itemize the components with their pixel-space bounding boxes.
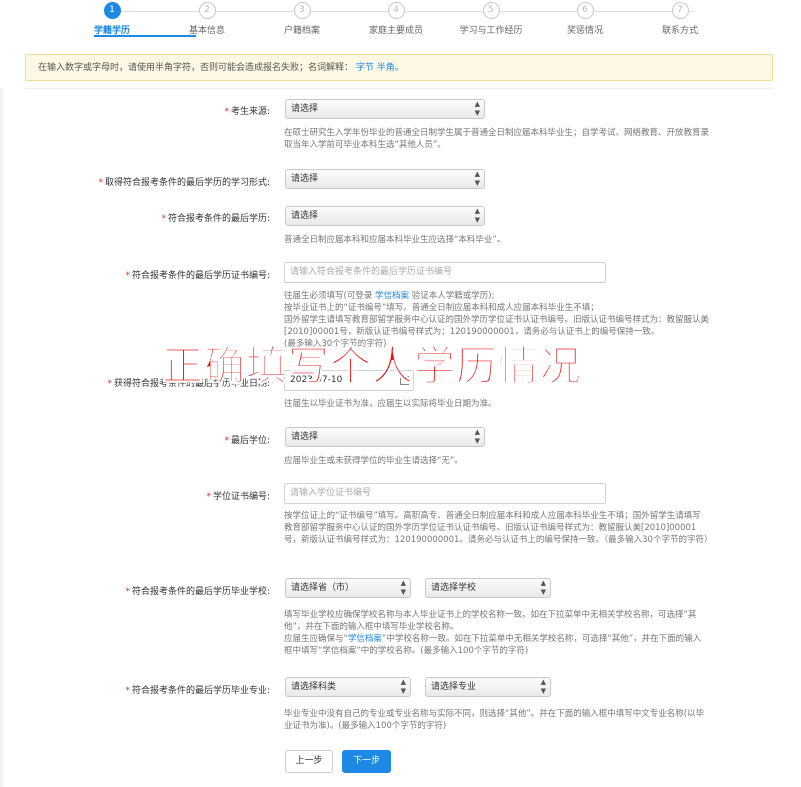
- step-label: 学习与工作经历: [459, 26, 523, 36]
- step-label: 奖惩情况: [566, 26, 603, 36]
- step-label: 联系方式: [661, 26, 698, 36]
- step-2[interactable]: 2 基本信息: [162, 2, 252, 36]
- required-mark: *: [224, 436, 229, 446]
- province-select[interactable]: 请选择省（市） ▲ ▼: [285, 578, 411, 598]
- select-arrows-icon: ▲ ▼: [474, 100, 480, 117]
- step-number: 2: [198, 2, 216, 19]
- select-arrows-icon: ▲ ▼: [474, 207, 480, 224]
- select-value: 请选择科类: [291, 682, 337, 692]
- certificate-no-label: * 符合报考条件的最后学历证书编号:: [125, 271, 270, 281]
- school-label: * 符合报考条件的最后学历毕业学校:: [125, 587, 270, 597]
- term-halfwidth-link[interactable]: 半角。: [377, 63, 404, 73]
- select-value: 请选择: [291, 174, 319, 184]
- step-number: 7: [671, 2, 689, 19]
- step-5[interactable]: 5 学习与工作经历: [446, 2, 536, 36]
- required-mark: *: [125, 271, 130, 281]
- half-width-notice: 在输入数字或字母时，请使用半角字符，否则可能会造成报名失败；名词解释： 字节 半…: [25, 54, 773, 81]
- required-mark: *: [107, 379, 112, 389]
- required-mark: *: [224, 107, 229, 117]
- divider: [25, 88, 773, 89]
- select-arrows-icon: ▲ ▼: [474, 170, 480, 187]
- major-label: * 符合报考条件的最后学历毕业专业:: [125, 686, 270, 696]
- select-arrows-icon: ▲ ▼: [540, 579, 546, 596]
- degree-cert-help: 按学位证上的“证书编号”填写。高职高专、普通全日制应届本科和成人应届本科毕业生不…: [284, 511, 713, 545]
- select-value: 请选择学校: [431, 583, 477, 593]
- major-select[interactable]: 请选择专业 ▲ ▼: [425, 677, 551, 697]
- step-label: 户籍档案: [283, 26, 320, 36]
- select-arrows-icon: ▲ ▼: [400, 579, 406, 596]
- required-mark: *: [206, 492, 211, 502]
- study-form-select[interactable]: 请选择 ▲ ▼: [285, 169, 485, 189]
- select-arrows-icon: ▲ ▼: [540, 678, 546, 695]
- step-3[interactable]: 3 户籍档案: [257, 2, 347, 36]
- degree-select[interactable]: 请选择 ▲ ▼: [285, 427, 485, 447]
- source-select[interactable]: 请选择 ▲ ▼: [285, 99, 485, 119]
- xuexin-archive-link[interactable]: 学信档案: [348, 634, 382, 644]
- step-7[interactable]: 7 联系方式: [635, 2, 725, 36]
- step-label: 家庭主要成员: [368, 26, 423, 36]
- last-education-select[interactable]: 请选择 ▲ ▼: [285, 206, 485, 226]
- step-4[interactable]: 4 家庭主要成员: [351, 2, 441, 36]
- progress-stepper: 1 学籍学历 2 基本信息 3 户籍档案 4 家庭主要成员 5 学习与工作经历 …: [64, 2, 744, 38]
- step-1[interactable]: 1 学籍学历: [67, 2, 157, 36]
- last-education-help: 普通全日制应届本科和应届本科毕业生应选择“本科毕业”。: [284, 235, 506, 245]
- select-value: 请选择: [291, 432, 319, 442]
- select-arrows-icon: ▲ ▼: [400, 678, 406, 695]
- source-help: 在硕士研究生入学年份毕业的普通全日制学生属于普通全日制应届本科毕业生；自学考试、…: [284, 128, 710, 150]
- select-value: 请选择: [291, 211, 319, 221]
- required-mark: *: [98, 178, 103, 188]
- last-education-label: * 符合报考条件的最后学历:: [161, 214, 270, 224]
- step-6[interactable]: 6 奖惩情况: [540, 2, 630, 36]
- required-mark: *: [125, 686, 130, 696]
- step-number: 1: [103, 2, 121, 19]
- step-number: 3: [293, 2, 311, 19]
- degree-help: 应届毕业生或未获得学位的毕业生请选择“无”。: [284, 456, 463, 466]
- required-mark: *: [125, 587, 130, 597]
- school-help: 填写毕业学校应确保学校名称与本人毕业证书上的学校名称一致。如在下拉菜单中无相关学…: [284, 610, 702, 656]
- study-form-label: * 取得符合报考条件的最后学历的学习形式:: [98, 178, 270, 188]
- major-category-select[interactable]: 请选择科类 ▲ ▼: [285, 677, 411, 697]
- degree-cert-label: * 学位证书编号:: [206, 492, 270, 502]
- degree-cert-input[interactable]: 请输入学位证书编号: [284, 483, 606, 504]
- source-label: * 考生来源:: [224, 107, 270, 117]
- select-arrows-icon: ▲ ▼: [474, 428, 480, 445]
- required-mark: *: [161, 214, 166, 224]
- select-value: 请选择省（市）: [291, 583, 355, 593]
- prev-button[interactable]: 上一步: [285, 750, 333, 773]
- step-number: 4: [387, 2, 405, 19]
- active-step-underline: [94, 35, 196, 37]
- certificate-no-input[interactable]: 请输入符合报考条件的最后学历证书编号: [284, 262, 606, 283]
- xuexin-archive-link[interactable]: 学信档案: [375, 291, 409, 301]
- step-number: 6: [576, 2, 594, 19]
- major-help: 毕业专业中没有自己的专业或专业名称与实际不同，则选择“其他”。并在下面的输入框中…: [284, 709, 705, 731]
- select-value: 请选择专业: [431, 682, 477, 692]
- grad-date-help: 往届生以毕业证书为准，应届生以实际将毕业日期为准。: [284, 399, 497, 409]
- overlay-caption: 正确填写个人学历情况: [162, 342, 582, 391]
- step-number: 5: [482, 2, 500, 19]
- school-select[interactable]: 请选择学校 ▲ ▼: [425, 578, 551, 598]
- notice-text: 在输入数字或字母时，请使用半角字符，否则可能会造成报名失败；名词解释：: [38, 63, 354, 73]
- next-button[interactable]: 下一步: [342, 750, 391, 773]
- select-value: 请选择: [291, 104, 319, 114]
- degree-label: * 最后学位:: [224, 436, 270, 446]
- term-byte-link[interactable]: 字节: [356, 63, 374, 73]
